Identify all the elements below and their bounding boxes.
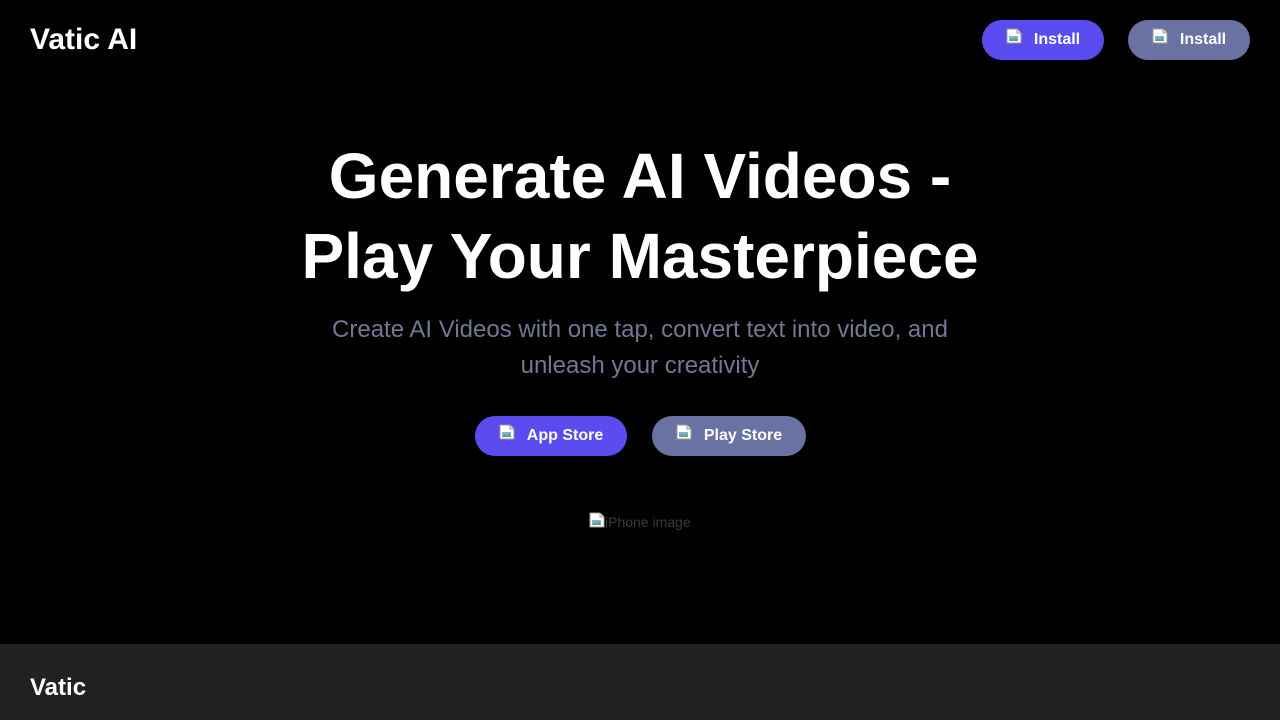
broken-image-icon bbox=[1006, 28, 1022, 44]
header-install-label-secondary: Install bbox=[1179, 31, 1227, 48]
header-install-label-primary: Install bbox=[1033, 31, 1081, 48]
play-store-button[interactable]: Play Store bbox=[652, 416, 806, 456]
play-store-label: Play Store bbox=[703, 427, 783, 444]
broken-image-icon bbox=[676, 424, 692, 440]
footer-brand[interactable]: Vatic bbox=[30, 674, 86, 702]
footer: Vatic bbox=[0, 644, 1280, 720]
broken-image-icon bbox=[1152, 28, 1168, 44]
header-install-button-secondary[interactable]: Install bbox=[1128, 20, 1250, 60]
phone-image: iPhone image bbox=[589, 512, 691, 532]
app-store-button[interactable]: App Store bbox=[475, 416, 627, 456]
top-header: Vatic AI Install Install bbox=[0, 0, 1280, 80]
header-install-button-primary[interactable]: Install bbox=[982, 20, 1104, 60]
landing-page: Vatic AI Install Install Generate AI Vid… bbox=[0, 0, 1280, 720]
phone-image-alt-text: iPhone image bbox=[605, 514, 691, 530]
brand-logo[interactable]: Vatic AI bbox=[30, 22, 137, 58]
app-store-label: App Store bbox=[526, 427, 604, 444]
hero-title-line-1: Generate AI Videos - bbox=[328, 140, 952, 212]
broken-image-icon bbox=[589, 512, 605, 528]
hero-title-line-2: Play Your Masterpiece bbox=[301, 220, 979, 292]
broken-image-icon bbox=[499, 424, 515, 440]
hero-title: Generate AI Videos - Play Your Masterpie… bbox=[240, 136, 1040, 296]
hero-subtitle: Create AI Videos with one tap, convert t… bbox=[332, 316, 948, 379]
